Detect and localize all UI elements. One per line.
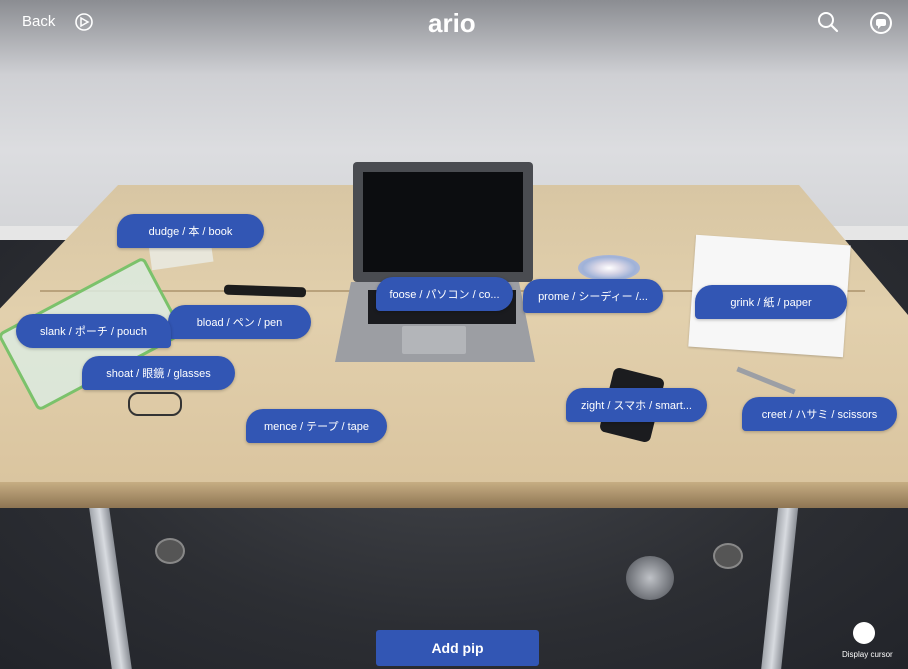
settings-icon[interactable] bbox=[74, 12, 94, 32]
pin-glasses[interactable]: shoat / 眼鏡 / glasses bbox=[82, 356, 235, 390]
search-icon[interactable] bbox=[817, 11, 839, 33]
pin-book[interactable]: dudge / 本 / book bbox=[117, 214, 264, 248]
pin-paper[interactable]: grink / 紙 / paper bbox=[695, 285, 847, 319]
glasses-object bbox=[128, 392, 182, 416]
display-cursor-label: Display cursor bbox=[842, 650, 893, 659]
floor-outlet bbox=[626, 556, 674, 600]
pin-cd[interactable]: prome / シーディー /... bbox=[523, 279, 663, 313]
pin-smartphone[interactable]: zight / スマホ / smart... bbox=[566, 388, 707, 422]
pin-computer[interactable]: foose / パソコン / co... bbox=[376, 277, 513, 311]
back-button[interactable]: Back bbox=[22, 13, 55, 30]
pin-tape[interactable]: mence / テープ / tape bbox=[246, 409, 387, 443]
table-wheel bbox=[713, 543, 743, 569]
cd-object bbox=[578, 255, 640, 281]
laptop-screen bbox=[353, 162, 533, 282]
chat-icon[interactable] bbox=[869, 11, 893, 35]
pin-scissors[interactable]: creet / ハサミ / scissors bbox=[742, 397, 897, 431]
pin-pouch[interactable]: slank / ポーチ / pouch bbox=[16, 314, 171, 348]
top-bar: Back ario bbox=[0, 0, 908, 44]
table-edge bbox=[0, 482, 908, 508]
pin-pen[interactable]: bload / ペン / pen bbox=[168, 305, 311, 339]
add-pip-button[interactable]: Add pip bbox=[376, 630, 539, 666]
laptop-trackpad bbox=[402, 326, 466, 354]
display-cursor-toggle[interactable] bbox=[853, 622, 875, 644]
app-logo: ario bbox=[428, 8, 476, 38]
table-wheel bbox=[155, 538, 185, 564]
